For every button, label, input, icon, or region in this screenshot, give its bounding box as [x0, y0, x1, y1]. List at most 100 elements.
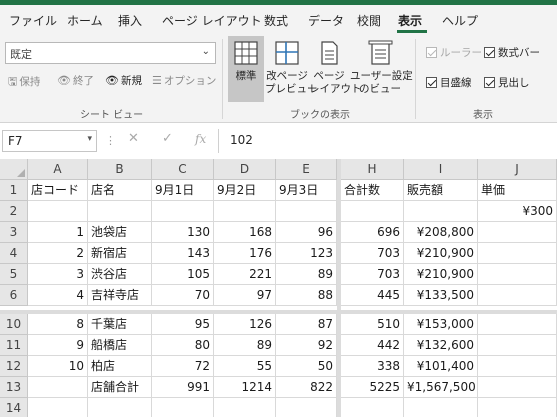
tab-formulas[interactable]: 数式: [264, 12, 288, 29]
table-cell[interactable]: [478, 335, 557, 356]
table-cell[interactable]: 店舗合計: [88, 377, 152, 398]
column-header[interactable]: D: [214, 159, 276, 180]
row-header[interactable]: 12: [0, 356, 28, 377]
table-cell[interactable]: 合計数: [341, 180, 404, 201]
table-cell[interactable]: [276, 201, 337, 222]
exit-view-button[interactable]: 👁 終了: [57, 73, 94, 88]
table-cell[interactable]: 5225: [341, 377, 404, 398]
enter-icon[interactable]: ✓: [162, 131, 173, 146]
table-cell[interactable]: ¥133,500: [404, 285, 478, 306]
table-cell[interactable]: 80: [152, 335, 214, 356]
table-cell[interactable]: 696: [341, 222, 404, 243]
table-cell[interactable]: 販売額: [404, 180, 478, 201]
table-cell[interactable]: 176: [214, 243, 276, 264]
table-cell[interactable]: 千葉店: [88, 314, 152, 335]
table-cell[interactable]: ¥208,800: [404, 222, 478, 243]
table-cell[interactable]: [214, 201, 276, 222]
table-cell[interactable]: 445: [341, 285, 404, 306]
table-cell[interactable]: 89: [276, 264, 337, 285]
table-cell[interactable]: [88, 398, 152, 417]
table-cell[interactable]: 3: [28, 264, 88, 285]
row-header[interactable]: 13: [0, 377, 28, 398]
select-all-corner[interactable]: [0, 159, 28, 180]
table-cell[interactable]: [478, 377, 557, 398]
tab-data[interactable]: データ: [308, 12, 344, 29]
column-header[interactable]: B: [88, 159, 152, 180]
row-header[interactable]: 10: [0, 314, 28, 335]
table-cell[interactable]: 8: [28, 314, 88, 335]
table-cell[interactable]: ¥101,400: [404, 356, 478, 377]
table-cell[interactable]: 単価: [478, 180, 557, 201]
table-cell[interactable]: 渋谷店: [88, 264, 152, 285]
name-box[interactable]: F7 ▾: [2, 130, 97, 152]
table-cell[interactable]: [341, 398, 404, 417]
table-cell[interactable]: 9月3日: [276, 180, 337, 201]
column-header[interactable]: E: [276, 159, 337, 180]
row-header[interactable]: 5: [0, 264, 28, 285]
table-cell[interactable]: 89: [214, 335, 276, 356]
table-cell[interactable]: 10: [28, 356, 88, 377]
column-header[interactable]: A: [28, 159, 88, 180]
table-cell[interactable]: 72: [152, 356, 214, 377]
cancel-icon[interactable]: ✕: [128, 131, 139, 146]
table-cell[interactable]: 991: [152, 377, 214, 398]
tab-page-layout[interactable]: ページ レイアウト: [162, 12, 262, 29]
table-cell[interactable]: 105: [152, 264, 214, 285]
table-cell[interactable]: 703: [341, 264, 404, 285]
table-cell[interactable]: 703: [341, 243, 404, 264]
table-cell[interactable]: 123: [276, 243, 337, 264]
page-layout-button[interactable]: ページ レイアウト: [309, 36, 362, 102]
table-cell[interactable]: 126: [214, 314, 276, 335]
table-cell[interactable]: 221: [214, 264, 276, 285]
tab-file[interactable]: ファイル: [9, 12, 57, 29]
table-cell[interactable]: 96: [276, 222, 337, 243]
table-cell[interactable]: 510: [341, 314, 404, 335]
row-header[interactable]: 1: [0, 180, 28, 201]
table-cell[interactable]: 97: [214, 285, 276, 306]
table-cell[interactable]: 9月2日: [214, 180, 276, 201]
table-cell[interactable]: ¥153,000: [404, 314, 478, 335]
row-header[interactable]: 14: [0, 398, 28, 417]
sheet-view-select[interactable]: 既定 ⌄: [5, 42, 216, 64]
table-cell[interactable]: 吉祥寺店: [88, 285, 152, 306]
keep-view-button[interactable]: 🖫 保持: [8, 73, 40, 92]
row-header[interactable]: 2: [0, 201, 28, 222]
tab-review[interactable]: 校閲: [357, 12, 381, 29]
tab-help[interactable]: ヘルプ: [442, 12, 478, 29]
freeze-pane-horizontal-splitter[interactable]: [0, 310, 557, 314]
table-cell[interactable]: [214, 398, 276, 417]
table-cell[interactable]: 55: [214, 356, 276, 377]
column-header[interactable]: J: [478, 159, 557, 180]
row-header[interactable]: 6: [0, 285, 28, 306]
table-cell[interactable]: 87: [276, 314, 337, 335]
table-cell[interactable]: 70: [152, 285, 214, 306]
table-cell[interactable]: 130: [152, 222, 214, 243]
view-options-button[interactable]: ☰ オプション: [152, 73, 216, 88]
table-cell[interactable]: [404, 398, 478, 417]
table-cell[interactable]: [88, 201, 152, 222]
table-cell[interactable]: 168: [214, 222, 276, 243]
table-cell[interactable]: [341, 201, 404, 222]
table-cell[interactable]: [152, 398, 214, 417]
table-cell[interactable]: ¥210,900: [404, 264, 478, 285]
table-cell[interactable]: [478, 285, 557, 306]
row-header[interactable]: 11: [0, 335, 28, 356]
table-cell[interactable]: [478, 222, 557, 243]
row-header[interactable]: 4: [0, 243, 28, 264]
page-break-preview-button[interactable]: 改ページ プレビュー: [265, 36, 318, 102]
table-cell[interactable]: [478, 356, 557, 377]
table-cell[interactable]: 9月1日: [152, 180, 214, 201]
table-cell[interactable]: 143: [152, 243, 214, 264]
normal-view-button[interactable]: 標準: [228, 36, 264, 102]
table-cell[interactable]: [478, 398, 557, 417]
table-cell[interactable]: 1: [28, 222, 88, 243]
table-cell[interactable]: ¥300: [478, 201, 557, 222]
column-header[interactable]: I: [404, 159, 478, 180]
table-cell[interactable]: 池袋店: [88, 222, 152, 243]
insert-function-button[interactable]: fx: [195, 132, 206, 146]
table-cell[interactable]: ¥132,600: [404, 335, 478, 356]
table-cell[interactable]: 442: [341, 335, 404, 356]
table-cell[interactable]: 338: [341, 356, 404, 377]
tab-view[interactable]: 表示: [398, 12, 422, 29]
table-cell[interactable]: ¥1,567,500: [404, 377, 478, 398]
